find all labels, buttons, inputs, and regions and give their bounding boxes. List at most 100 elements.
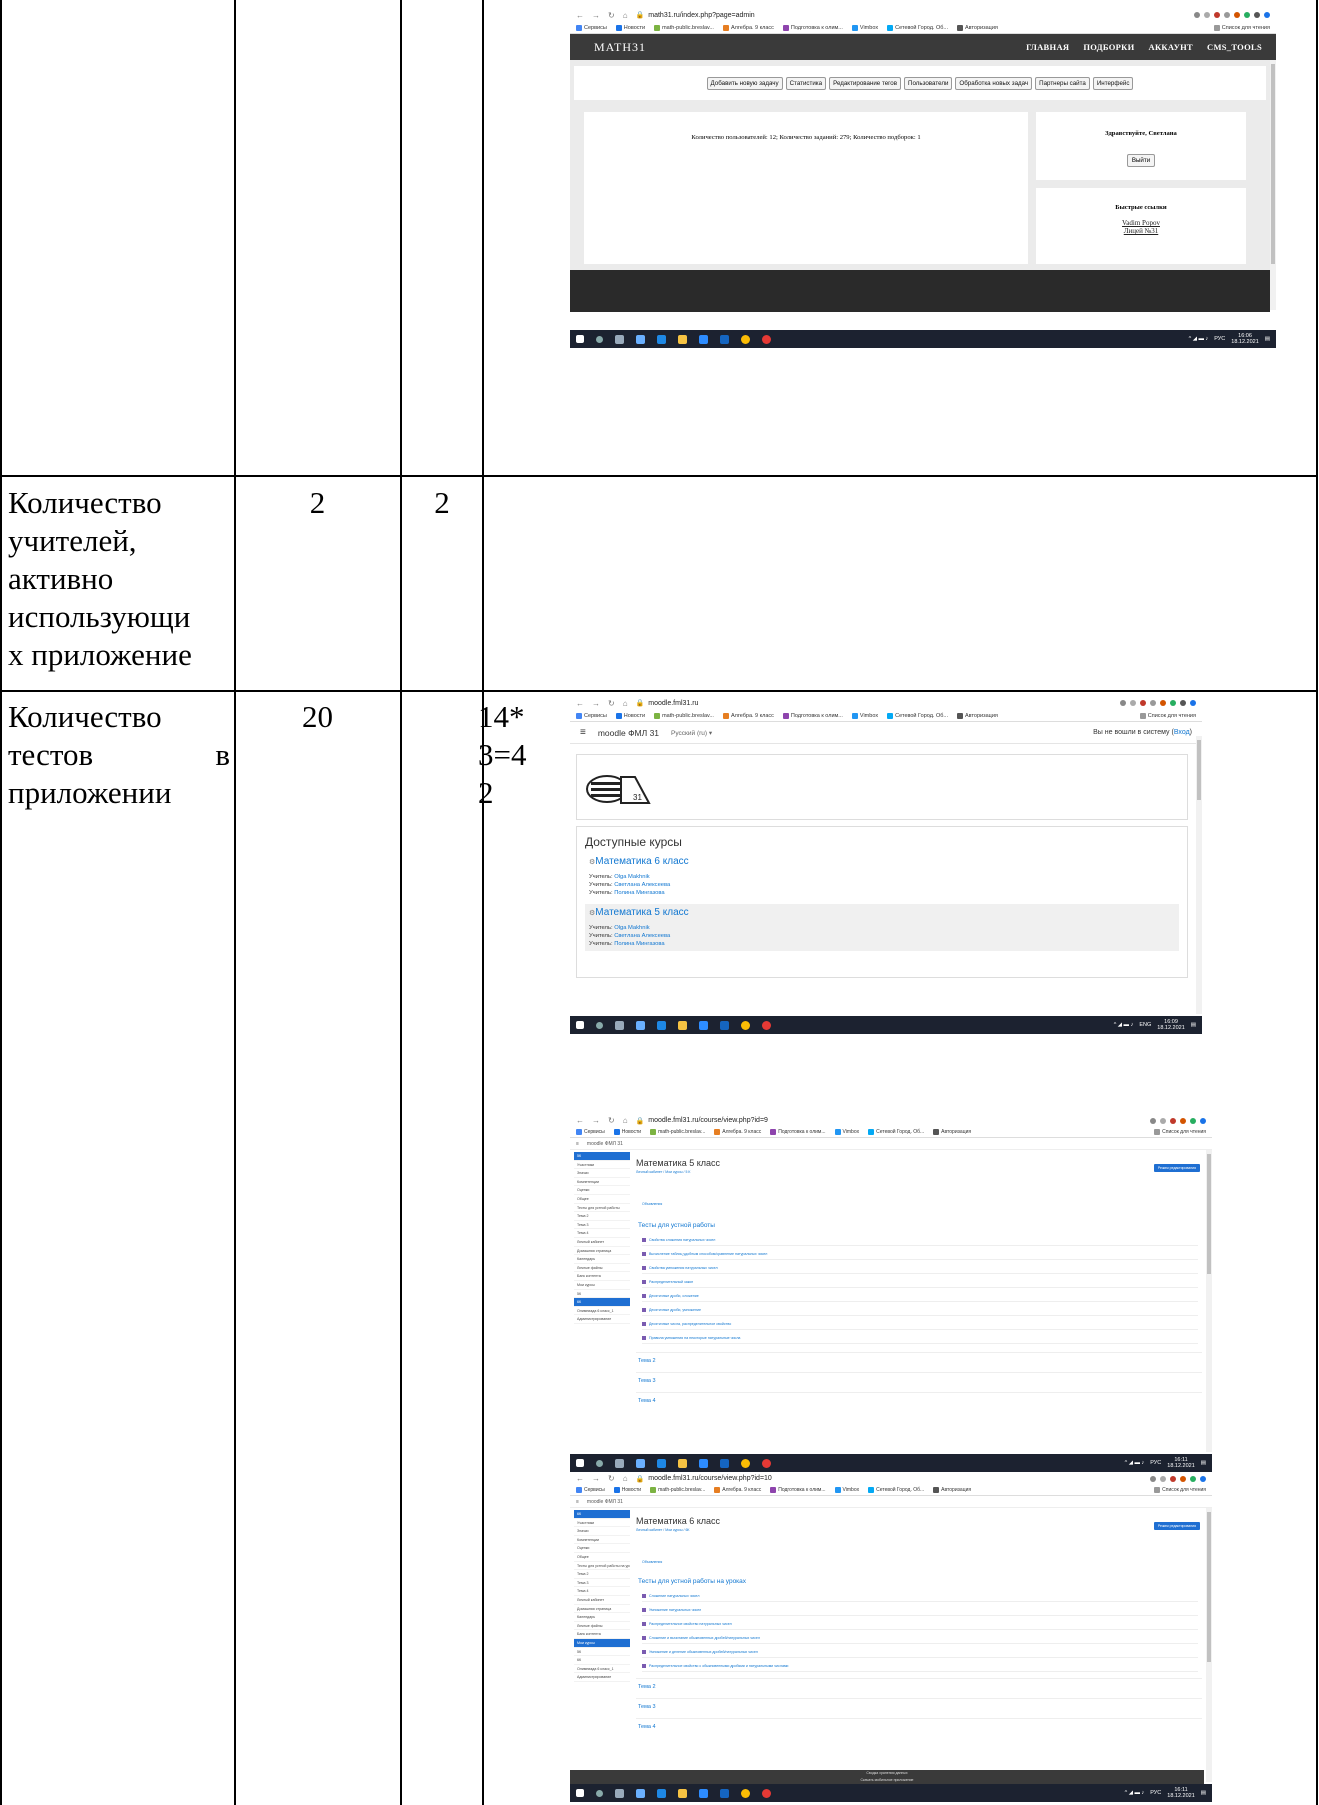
tray-language[interactable]: РУС [1150, 1790, 1161, 1796]
bookmark-algebra[interactable]: Алгебра. 9 класс [722, 712, 774, 719]
edit-mode-button[interactable]: Режим редактирования [1153, 1164, 1200, 1172]
sidebar-item[interactable]: Оценки [574, 1544, 630, 1553]
quiz-label[interactable]: Десятичные дроби, умножение [649, 1308, 701, 1312]
url-field[interactable]: 🔒 moodle.fml31.ru/course/view.php?id=10 [636, 1475, 1142, 1483]
section-title[interactable]: Тесты для устной работы [638, 1222, 715, 1229]
sidebar-item[interactable]: Участники [574, 1519, 630, 1528]
page-scrollbar[interactable] [1206, 1150, 1212, 1452]
bookmark-vimbox[interactable]: Vimbox [851, 712, 878, 719]
site-name[interactable]: moodle ФМЛ 31 [598, 728, 659, 738]
page-scrollbar[interactable] [1206, 1508, 1212, 1782]
users-button[interactable]: Пользователи [904, 76, 953, 90]
windows-start-icon[interactable] [576, 1789, 584, 1797]
app-icon[interactable] [720, 1458, 729, 1468]
extension-icon[interactable] [1180, 1117, 1186, 1124]
reading-list[interactable]: Список для чтения [1154, 1487, 1206, 1493]
sidebar-item[interactable]: Общее [574, 1553, 630, 1562]
folder-icon[interactable] [678, 1020, 687, 1030]
teacher-link[interactable]: Светлана Алексеева [614, 882, 670, 888]
bookmark-services[interactable]: Сервисы [576, 712, 607, 719]
sidebar-item[interactable]: Тема 3 [574, 1221, 630, 1230]
sidebar-item[interactable]: Значки [574, 1169, 630, 1178]
sidebar-item[interactable]: Домашняя страница [574, 1605, 630, 1614]
quiz-item[interactable]: Вычисление таблиц удобным способом/сравн… [642, 1248, 1198, 1260]
sidebar-item[interactable]: Олимпиада 6 класс_1 [574, 1307, 630, 1316]
sidebar-item[interactable]: 6К [574, 1510, 630, 1519]
sidebar-item[interactable]: Администрирование [574, 1673, 630, 1682]
folder-icon[interactable] [678, 1458, 687, 1468]
topic-link[interactable]: Тема 3 [638, 1704, 656, 1710]
site-name[interactable]: moodle ФМЛ 31 [587, 1499, 623, 1505]
extension-icon[interactable] [1150, 1475, 1156, 1482]
sidebar-item[interactable]: Тема 3 [574, 1579, 630, 1588]
zoom-icon[interactable] [699, 334, 708, 344]
puzzle-icon[interactable] [1180, 700, 1186, 706]
profile-avatar-icon[interactable] [1264, 12, 1270, 18]
extension-icon[interactable] [1194, 12, 1200, 18]
course-title-link[interactable]: ⚙Математика 6 класс [589, 856, 1175, 867]
reload-icon[interactable]: ↻ [608, 1116, 615, 1125]
quick-link[interactable]: Vadim Popov [1036, 219, 1246, 227]
app-icon[interactable] [720, 1020, 729, 1030]
reload-icon[interactable]: ↻ [608, 699, 615, 708]
bookmark-setevoy-gorod[interactable]: Сетевой Город. Об... [887, 712, 948, 719]
sidebar-item[interactable]: Тесты для устной работы на уроках [574, 1562, 630, 1571]
bookmark-vimbox[interactable]: Vimbox [834, 1487, 859, 1493]
app-icon[interactable] [720, 334, 729, 344]
bookmark-olymp[interactable]: Подготовка к олим... [782, 24, 843, 31]
sidebar-item[interactable]: Значки [574, 1527, 630, 1536]
quiz-label[interactable]: Десятичные дроби, сложение [649, 1294, 699, 1298]
nav-home[interactable]: ГЛАВНАЯ [1026, 42, 1069, 52]
announcements-link[interactable]: Объявления [642, 1202, 662, 1206]
extension-icon[interactable] [1180, 1475, 1186, 1482]
back-icon[interactable]: ← [576, 1116, 584, 1125]
back-icon[interactable]: ← [576, 1474, 584, 1483]
forward-icon[interactable]: → [592, 1116, 600, 1125]
task-view-icon[interactable] [615, 1458, 624, 1468]
footer-link[interactable]: Сводка хранения данных [570, 1770, 1204, 1777]
sidebar-item[interactable]: Домашняя страница [574, 1247, 630, 1256]
quiz-item[interactable]: Распределительный закон [642, 1276, 1198, 1288]
reading-list[interactable]: Список для чтения [1154, 1129, 1206, 1135]
mail-icon[interactable] [657, 1458, 666, 1468]
sidebar-item[interactable]: Личный кабинет [574, 1238, 630, 1247]
site-name[interactable]: moodle ФМЛ 31 [587, 1141, 623, 1147]
extension-icon[interactable] [1160, 700, 1166, 706]
forward-icon[interactable]: → [592, 699, 600, 708]
sidebar-item[interactable]: 5К [574, 1648, 630, 1657]
search-icon[interactable] [596, 1021, 603, 1029]
topic-link[interactable]: Тема 4 [638, 1398, 656, 1404]
extension-icon[interactable] [1120, 700, 1126, 706]
back-icon[interactable]: ← [576, 699, 584, 708]
sidebar-item[interactable]: Банк контента [574, 1630, 630, 1639]
notification-icon[interactable]: ▤ [1201, 1460, 1206, 1466]
search-icon[interactable] [596, 1789, 603, 1797]
quiz-label[interactable]: Свойства умножения натуральных чисел [649, 1266, 718, 1270]
home-icon[interactable]: ⌂ [623, 1474, 628, 1483]
bookmark-algebra[interactable]: Алгебра. 9 класс [714, 1129, 761, 1135]
task-view-icon[interactable] [615, 1788, 624, 1798]
scrollbar-thumb[interactable] [1207, 1154, 1211, 1274]
interface-button[interactable]: Интерфейс [1092, 76, 1134, 90]
menu-icon[interactable]: ≡ [576, 1499, 579, 1505]
forward-icon[interactable]: → [592, 11, 600, 20]
mail-icon[interactable] [657, 1020, 666, 1030]
course-title[interactable]: Математика 5 класс [595, 907, 688, 918]
chrome-icon[interactable] [741, 334, 750, 344]
quiz-item[interactable]: Распределительное свойство с обыкновенны… [642, 1660, 1198, 1672]
bookmark-olymp[interactable]: Подготовка к олим... [770, 1487, 826, 1493]
app-icon[interactable] [720, 1788, 729, 1798]
quiz-label[interactable]: Сложение натуральных чисел [649, 1594, 699, 1598]
extension-icon[interactable] [1224, 12, 1230, 18]
yandex-icon[interactable] [762, 1788, 771, 1798]
sidebar-item[interactable]: Участники [574, 1161, 630, 1170]
profile-avatar-icon[interactable] [1200, 1117, 1206, 1124]
sidebar-item[interactable]: 6К [574, 1656, 630, 1665]
chrome-icon[interactable] [741, 1020, 750, 1030]
sidebar-item[interactable]: Календарь [574, 1613, 630, 1622]
app-icon[interactable] [636, 334, 645, 344]
task-view-icon[interactable] [615, 334, 624, 344]
search-icon[interactable] [596, 1459, 603, 1467]
quiz-item[interactable]: Распределительное свойство натуральных ч… [642, 1618, 1198, 1630]
extension-icon[interactable] [1170, 1475, 1176, 1482]
